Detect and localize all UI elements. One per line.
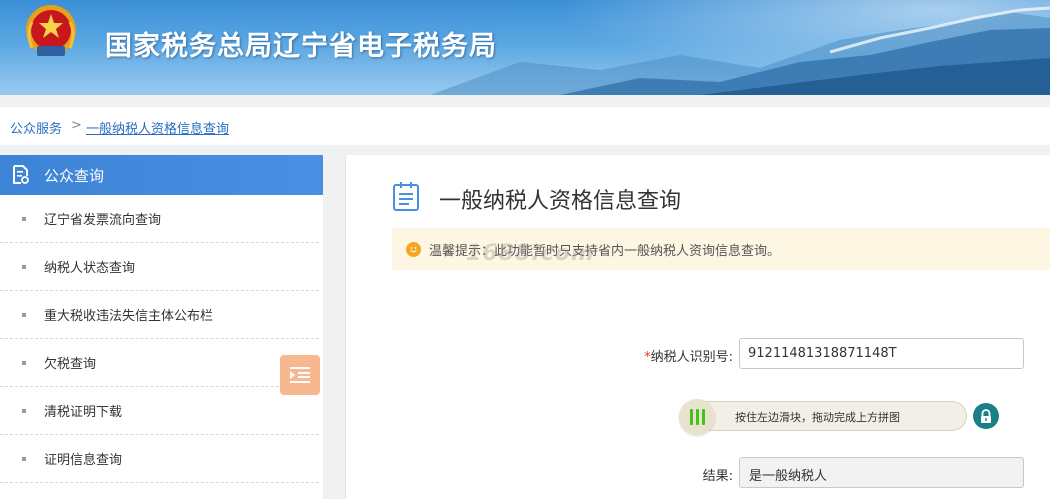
sidebar-item-invoice-flow[interactable]: 辽宁省发票流向查询 bbox=[0, 195, 319, 243]
bullet-icon bbox=[22, 312, 26, 317]
breadcrumb: 公众服务 > 一般纳税人资格信息查询 bbox=[0, 107, 1050, 145]
bullet-icon bbox=[22, 408, 26, 413]
sidebar-item-arrears[interactable]: 欠税查询 bbox=[0, 339, 319, 387]
result-label: 结果: bbox=[702, 469, 733, 484]
page-title: 一般纳税人资格信息查询 bbox=[439, 189, 682, 214]
smile-icon bbox=[406, 241, 421, 257]
taxid-input[interactable] bbox=[739, 338, 1024, 369]
slider-captcha[interactable]: 按住左边滑块，拖动完成上方拼图 bbox=[679, 399, 967, 435]
taxid-label: *纳税人识别号: bbox=[613, 346, 733, 365]
sidebar-item-label: 欠税查询 bbox=[44, 357, 97, 372]
sidebar-item-violation-board[interactable]: 重大税收违法失信主体公布栏 bbox=[0, 291, 319, 339]
breadcrumb-separator: > bbox=[71, 118, 82, 133]
sidebar-item-certificate-query[interactable]: 证明信息查询 bbox=[0, 435, 319, 483]
menu-fold-icon bbox=[290, 367, 310, 383]
sidebar-item-label: 重大税收违法失信主体公布栏 bbox=[44, 309, 214, 324]
document-search-icon bbox=[13, 165, 29, 184]
sidebar-item-label: 清税证明下载 bbox=[44, 405, 123, 420]
site-title: 国家税务总局辽宁省电子税务局 bbox=[105, 31, 497, 62]
sidebar: 公众查询 辽宁省发票流向查询 纳税人状态查询 重大税收违法失信主体公布栏 欠税查… bbox=[0, 155, 323, 499]
sidebar-item-taxpayer-status[interactable]: 纳税人状态查询 bbox=[0, 243, 319, 291]
breadcrumb-current-link[interactable]: 一般纳税人资格信息查询 bbox=[86, 118, 229, 137]
taxid-label-text: 纳税人识别号: bbox=[650, 350, 733, 365]
bullet-icon bbox=[22, 360, 26, 365]
sidebar-item-label: 纳税人状态查询 bbox=[44, 261, 136, 276]
slider-handle[interactable] bbox=[679, 399, 715, 435]
sidebar-item-label: 证明信息查询 bbox=[44, 453, 123, 468]
sidebar-title: 公众查询 bbox=[44, 166, 105, 185]
breadcrumb-home-link[interactable]: 公众服务 bbox=[10, 118, 62, 137]
sidebar-menu: 辽宁省发票流向查询 纳税人状态查询 重大税收违法失信主体公布栏 欠税查询 清税证… bbox=[0, 195, 323, 483]
watermark: 1688.com bbox=[466, 241, 595, 266]
main-panel: 一般纳税人资格信息查询 温馨提示：此功能暂时只支持省内一般纳税人资询信息查询。 … bbox=[345, 155, 1050, 499]
clipboard-icon bbox=[393, 182, 419, 211]
bullet-icon bbox=[22, 264, 26, 269]
tax-emblem-logo bbox=[18, 2, 84, 88]
lock-icon bbox=[973, 403, 999, 429]
bullet-icon bbox=[22, 456, 26, 461]
sidebar-item-label: 辽宁省发票流向查询 bbox=[44, 213, 162, 228]
sidebar-collapse-button[interactable] bbox=[280, 355, 320, 395]
sidebar-item-clearance-download[interactable]: 清税证明下载 bbox=[0, 387, 319, 435]
result-field: 是一般纳税人 bbox=[739, 457, 1024, 488]
bullet-icon bbox=[22, 216, 26, 221]
slider-hint: 按住左边滑块，拖动完成上方拼图 bbox=[735, 411, 900, 424]
sidebar-header: 公众查询 bbox=[0, 155, 323, 195]
header-banner: 国家税务总局辽宁省电子税务局 bbox=[0, 0, 1050, 95]
